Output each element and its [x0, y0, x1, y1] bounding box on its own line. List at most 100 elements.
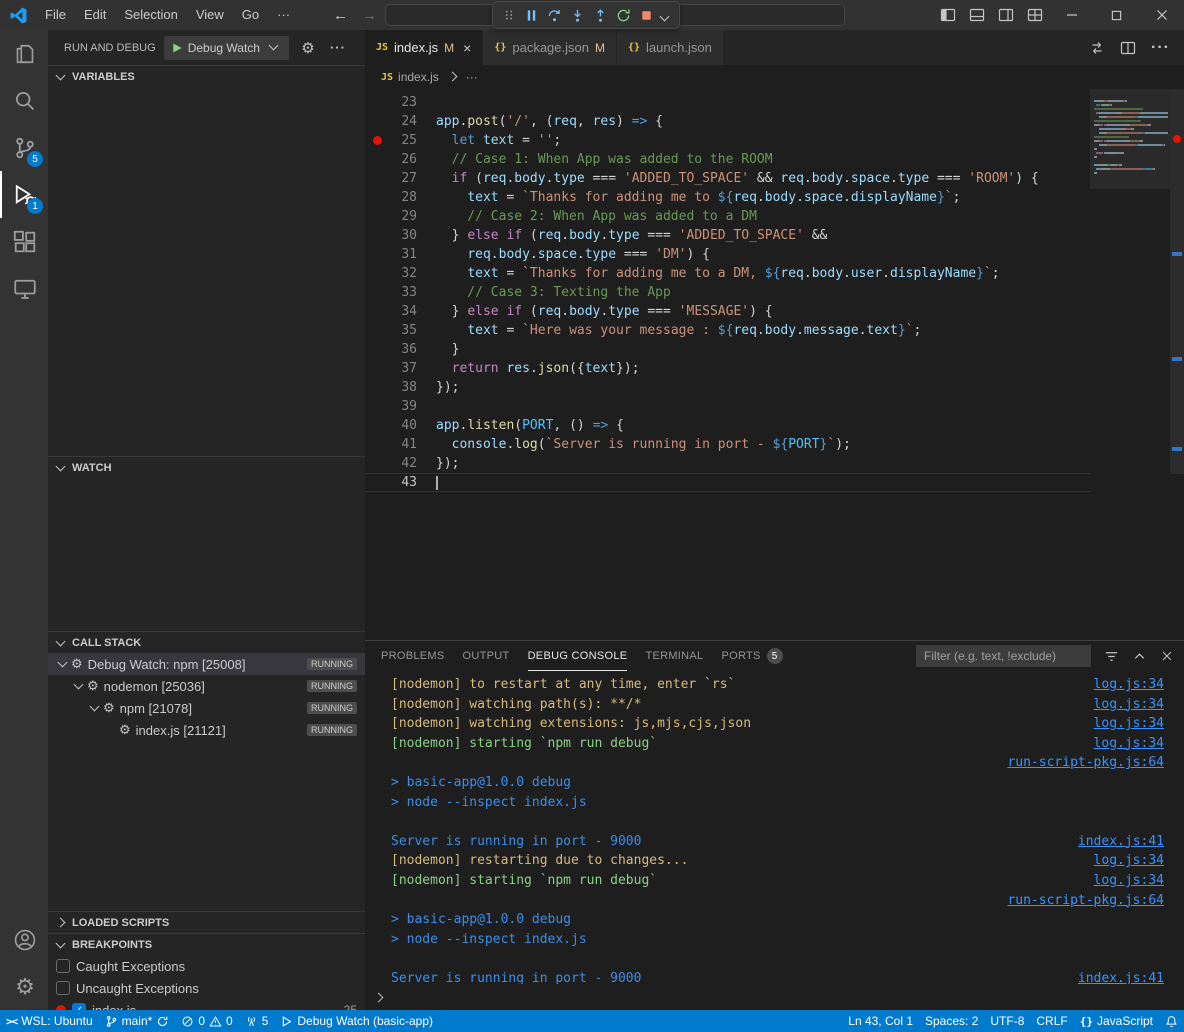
debug-config-dropdown[interactable]: Debug Watch — [164, 36, 289, 60]
console-row[interactable]: Server is running in port - 9000index.js… — [391, 969, 1164, 984]
code-line-29[interactable]: 29 // Case 2: When App was added to a DM — [365, 207, 1090, 226]
breakpoints-section-header[interactable]: BREAKPOINTS — [48, 933, 365, 955]
step-into-icon[interactable] — [566, 4, 589, 27]
console-row[interactable] — [391, 812, 1164, 832]
close-tab-icon[interactable]: × — [463, 40, 471, 56]
activity-source-control[interactable]: 5 — [0, 124, 48, 171]
minimize-icon[interactable] — [1049, 0, 1094, 30]
watch-section-header[interactable]: WATCH — [48, 456, 365, 478]
code-line-32[interactable]: 32 text = `Thanks for adding me to a DM,… — [365, 264, 1090, 283]
call-stack-row[interactable]: ⚙index.js [21121]RUNNING — [48, 719, 365, 741]
breakpoint-gutter[interactable] — [365, 283, 391, 302]
breakpoint-gutter[interactable] — [365, 359, 391, 378]
console-source-link[interactable]: log.js:34 — [1094, 871, 1164, 891]
panel-tab-problems[interactable]: PROBLEMS — [381, 641, 445, 671]
breakpoint-checkbox[interactable] — [56, 959, 70, 973]
console-source-link[interactable]: log.js:34 — [1094, 734, 1164, 754]
activity-settings-gear-icon[interactable]: ⚙ — [0, 963, 48, 1010]
breadcrumb-file[interactable]: index.js — [398, 70, 439, 84]
code-line-35[interactable]: 35 text = `Here was your message : ${req… — [365, 321, 1090, 340]
console-source-link[interactable]: index.js:41 — [1078, 832, 1164, 852]
console-row[interactable]: [nodemon] restarting due to changes...lo… — [391, 851, 1164, 871]
breakpoint-checkbox[interactable] — [56, 981, 70, 995]
breakpoint-row[interactable]: Uncaught Exceptions — [48, 977, 365, 999]
code-line-34[interactable]: 34 } else if (req.body.type === 'MESSAGE… — [365, 302, 1090, 321]
pause-icon[interactable] — [520, 4, 543, 27]
breakpoint-gutter[interactable] — [365, 435, 391, 454]
menu-edit[interactable]: Edit — [75, 0, 115, 30]
back-icon[interactable]: ← — [333, 7, 348, 24]
console-source-link[interactable]: log.js:34 — [1094, 675, 1164, 695]
console-row[interactable]: run-script-pkg.js:64 — [391, 891, 1164, 911]
code-line-27[interactable]: 27 if (req.body.type === 'ADDED_TO_SPACE… — [365, 169, 1090, 188]
menu-file[interactable]: File — [36, 0, 75, 30]
breakpoint-gutter[interactable] — [365, 150, 391, 169]
code-line-43[interactable]: 43 — [365, 473, 1090, 492]
code-line-40[interactable]: 40app.listen(PORT, () => { — [365, 416, 1090, 435]
activity-extensions[interactable] — [0, 218, 48, 265]
code-line-41[interactable]: 41 console.log(`Server is running in por… — [365, 435, 1090, 454]
breakpoint-gutter[interactable] — [365, 473, 391, 492]
breakpoint-row[interactable]: Caught Exceptions — [48, 955, 365, 977]
variables-section-header[interactable]: VARIABLES — [48, 65, 365, 87]
panel-tab-debug-console[interactable]: DEBUG CONSOLE — [528, 641, 628, 671]
scrollbar-slider[interactable] — [1170, 89, 1184, 474]
code-line-28[interactable]: 28 text = `Thanks for adding me to ${req… — [365, 188, 1090, 207]
breakpoint-row[interactable]: ✓index.js25 — [48, 999, 365, 1010]
code-line-31[interactable]: 31 req.body.space.type === 'DM') { — [365, 245, 1090, 264]
breakpoint-gutter[interactable] — [365, 131, 391, 150]
notifications-bell[interactable] — [1159, 1010, 1184, 1032]
activity-run-debug[interactable]: 1 — [0, 171, 48, 218]
debug-console-repl[interactable] — [365, 984, 1184, 1010]
debug-settings-gear-icon[interactable]: ⚙ — [297, 37, 319, 59]
maximize-icon[interactable] — [1094, 0, 1139, 30]
console-row[interactable]: Server is running in port - 9000index.js… — [391, 832, 1164, 852]
language-mode[interactable]: {} JavaScript — [1074, 1010, 1159, 1032]
restart-icon[interactable] — [612, 4, 635, 27]
breakpoint-gutter[interactable] — [365, 169, 391, 188]
breakpoint-gutter[interactable] — [365, 264, 391, 283]
menu-selection[interactable]: Selection — [115, 0, 186, 30]
code-line-23[interactable]: 23 — [365, 93, 1090, 112]
debug-console-input[interactable] — [390, 990, 1184, 1005]
breakpoint-gutter[interactable] — [365, 321, 391, 340]
code-line-38[interactable]: 38}); — [365, 378, 1090, 397]
menu-go[interactable]: Go — [233, 0, 268, 30]
console-row[interactable]: [nodemon] starting `npm run debug`log.js… — [391, 734, 1164, 754]
call-stack-row[interactable]: ⚙nodemon [25036]RUNNING — [48, 675, 365, 697]
stop-icon[interactable] — [635, 4, 658, 27]
breakpoint-gutter[interactable] — [365, 454, 391, 473]
activity-explorer[interactable] — [0, 30, 48, 77]
step-out-icon[interactable] — [589, 4, 612, 27]
toggle-sidebar-icon[interactable] — [933, 0, 962, 30]
breakpoint-gutter[interactable] — [365, 188, 391, 207]
menu-[interactable]: ··· — [268, 0, 299, 30]
tab-launch.json[interactable]: {}launch.json — [617, 30, 724, 65]
encoding-status[interactable]: UTF-8 — [984, 1010, 1030, 1032]
eol-status[interactable]: CRLF — [1030, 1010, 1073, 1032]
debug-console-output[interactable]: [nodemon] to restart at any time, enter … — [365, 671, 1184, 984]
console-source-link[interactable]: run-script-pkg.js:64 — [1007, 891, 1164, 911]
code-line-39[interactable]: 39 — [365, 397, 1090, 416]
breakpoint-gutter[interactable] — [365, 416, 391, 435]
breakpoint-gutter[interactable] — [365, 112, 391, 131]
close-window-icon[interactable] — [1139, 0, 1184, 30]
console-row[interactable]: > node --inspect index.js — [391, 930, 1164, 950]
overview-ruler[interactable] — [1170, 89, 1184, 640]
close-panel-icon[interactable] — [1160, 649, 1174, 663]
toolbar-drag-handle[interactable] — [497, 4, 520, 27]
breakpoint-gutter[interactable] — [365, 397, 391, 416]
code-line-24[interactable]: 24app.post('/', (req, res) => { — [365, 112, 1090, 131]
console-source-link[interactable]: log.js:34 — [1094, 851, 1164, 871]
breakpoint-gutter[interactable] — [365, 340, 391, 359]
breadcrumb-symbol[interactable]: ··· — [466, 70, 478, 84]
call-stack-row[interactable]: ⚙npm [21078]RUNNING — [48, 697, 365, 719]
problems-status[interactable]: 0 0 — [175, 1010, 238, 1032]
sidebar-more-actions-icon[interactable]: ··· — [327, 37, 349, 59]
maximize-panel-icon[interactable] — [1132, 649, 1147, 664]
code-line-30[interactable]: 30 } else if (req.body.type === 'ADDED_T… — [365, 226, 1090, 245]
console-filter-input[interactable] — [916, 645, 1091, 667]
console-row[interactable]: [nodemon] watching path(s): **/*log.js:3… — [391, 695, 1164, 715]
activity-remote-explorer[interactable] — [0, 265, 48, 312]
breakpoint-gutter[interactable] — [365, 207, 391, 226]
